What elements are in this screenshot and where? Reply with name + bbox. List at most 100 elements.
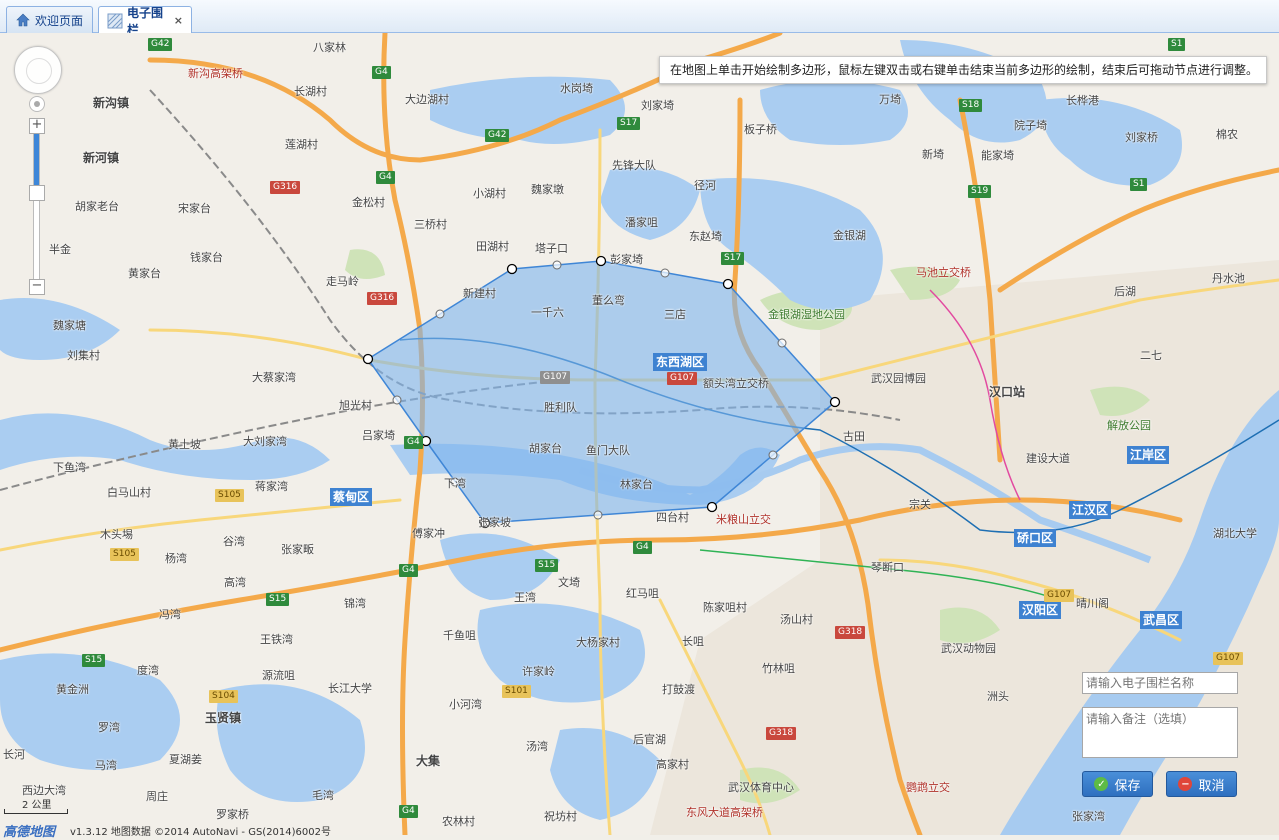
place-label: 王铁湾 — [260, 633, 293, 646]
polygon-vertex[interactable] — [829, 396, 841, 408]
place-label: 杨湾 — [165, 552, 187, 565]
draw-instruction: 在地图上单击开始绘制多边形，鼠标左键双击或右键单击结束当前多边形的绘制，结束后可… — [659, 56, 1267, 84]
place-label: 玉贤镇 — [205, 711, 242, 725]
place-label: 周庄 — [146, 790, 168, 803]
pan-control[interactable] — [14, 46, 62, 94]
map-copyright: v1.3.12 地图数据 ©2014 AutoNavi - GS(2014)60… — [70, 827, 331, 838]
place-label: 高湾 — [224, 576, 246, 589]
place-label: 刘家埼 — [641, 99, 674, 112]
place-label: 琴断口 — [871, 561, 904, 574]
place-label: 八家林 — [313, 41, 346, 54]
place-label: 武汉动物园 — [941, 642, 996, 655]
road-shield: G4 — [399, 564, 418, 577]
zoom-in-button[interactable]: + — [29, 118, 45, 134]
polygon-vertex[interactable] — [722, 278, 734, 290]
polygon-midpoint[interactable] — [660, 268, 670, 278]
polygon-midpoint[interactable] — [392, 395, 402, 405]
district-label: 汉阳区 — [1019, 601, 1062, 619]
place-label: 新河镇 — [83, 151, 120, 165]
road-shield: G4 — [399, 805, 418, 818]
place-label: 宗关 — [909, 498, 931, 511]
polygon-vertex[interactable] — [595, 255, 607, 267]
road-shield: S15 — [266, 593, 290, 606]
polygon-midpoint[interactable] — [777, 338, 787, 348]
road-shield: G4 — [372, 66, 391, 79]
district-label: 江汉区 — [1069, 501, 1112, 519]
zoom-out-button[interactable]: − — [29, 279, 45, 295]
place-label: 小湖村 — [473, 187, 506, 200]
place-label: 罗家桥 — [216, 808, 249, 821]
place-label: 祝坊村 — [544, 810, 577, 823]
place-label: 胜利队 — [544, 401, 577, 414]
place-label: 院子埼 — [1014, 119, 1047, 132]
road-shield: G107 — [1044, 589, 1075, 602]
place-label: 洲头 — [987, 690, 1009, 703]
home-icon — [15, 12, 31, 28]
place-label: 二七 — [1140, 349, 1162, 362]
place-label: 额头湾立交桥 — [703, 377, 769, 390]
place-label: 打鼓渡 — [662, 683, 695, 696]
polygon-vertex[interactable] — [506, 263, 518, 275]
place-label: 胡家老台 — [75, 200, 119, 213]
district-label: 蔡甸区 — [330, 488, 373, 506]
place-label: 夏湖姜 — [169, 753, 202, 766]
place-label: 长江大学 — [328, 682, 372, 695]
place-label: 四台村 — [656, 511, 689, 524]
place-label: 大刘家湾 — [243, 435, 287, 448]
place-label: 汉口站 — [989, 385, 1026, 399]
polygon-vertex[interactable] — [362, 353, 374, 365]
place-label: 马湾 — [95, 759, 117, 772]
place-label: 东赵埼 — [689, 230, 722, 243]
place-label: 大蔡家湾 — [252, 371, 296, 384]
polygon-midpoint[interactable] — [435, 309, 445, 319]
polygon-midpoint[interactable] — [593, 510, 603, 520]
zoom-level-handle[interactable] — [29, 185, 45, 201]
tab-welcome[interactable]: 欢迎页面 — [6, 6, 93, 33]
fence-name-input[interactable] — [1082, 672, 1238, 694]
tab-fence[interactable]: 电子围栏 × — [98, 6, 192, 37]
place-label: 后湖 — [1114, 285, 1136, 298]
place-label: 白马山村 — [107, 486, 151, 499]
save-button[interactable]: ✓ 保存 — [1082, 771, 1153, 797]
road-shield: G107 — [1213, 652, 1244, 665]
place-label: 林家台 — [620, 478, 653, 491]
place-label: 马池立交桥 — [916, 266, 971, 279]
fence-remark-input[interactable] — [1082, 707, 1238, 758]
place-label: 解放公园 — [1107, 419, 1151, 432]
polygon-midpoint[interactable] — [552, 260, 562, 270]
place-label: 晴川阁 — [1076, 597, 1109, 610]
place-label: 谷湾 — [223, 535, 245, 548]
place-label: 金松村 — [352, 196, 385, 209]
locate-button[interactable] — [29, 96, 45, 112]
place-label: 傅家冲 — [412, 527, 445, 540]
place-label: 金银湖湿地公园 — [768, 308, 845, 321]
place-label: 张家畈 — [281, 543, 314, 556]
place-label: 长桦港 — [1066, 94, 1099, 107]
place-label: 大集 — [416, 754, 441, 768]
place-label: 三店 — [664, 308, 686, 321]
place-label: 万埼 — [879, 93, 901, 106]
close-icon[interactable]: × — [174, 14, 183, 27]
place-label: 董么弯 — [592, 294, 625, 307]
place-label: 武汉体育中心 — [728, 781, 794, 794]
place-label: 棉农 — [1216, 128, 1238, 141]
place-label: 汤山村 — [780, 613, 813, 626]
district-label: 江岸区 — [1127, 446, 1170, 464]
cancel-icon: − — [1178, 777, 1193, 791]
scale-bar — [4, 809, 68, 814]
pan-ring[interactable] — [26, 58, 52, 84]
place-label: 文埼 — [558, 576, 580, 589]
place-label: 塔子口 — [535, 242, 568, 255]
place-label: 能家埼 — [981, 149, 1014, 162]
polygon-vertex[interactable] — [420, 435, 432, 447]
road-shield: G42 — [148, 38, 173, 51]
polygon-midpoint[interactable] — [768, 450, 778, 460]
place-label: 新埼 — [922, 148, 944, 161]
place-label: 大杨家村 — [576, 636, 620, 649]
place-label: 湖北大学 — [1213, 527, 1257, 540]
place-label: 板子桥 — [744, 123, 777, 136]
place-label: 竹林咀 — [762, 662, 795, 675]
place-label: 鹦鹉立交 — [906, 781, 950, 794]
place-label: 东风大道高架桥 — [686, 806, 763, 819]
cancel-button[interactable]: − 取消 — [1166, 771, 1237, 797]
